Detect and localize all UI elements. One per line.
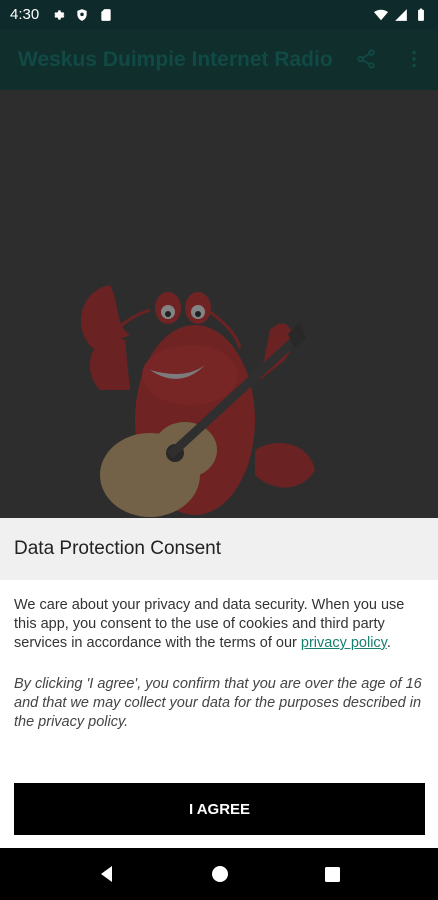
more-options-button[interactable]: [402, 47, 426, 71]
consent-note: By clicking 'I agree', you confirm that …: [14, 676, 422, 730]
lobster-guitar-illustration: [80, 285, 315, 517]
sd-card-icon: [101, 8, 111, 21]
consent-text: We care about your privacy and data secu…: [14, 596, 424, 653]
app-bar: Weskus Duimpie Internet Radio: [0, 29, 438, 90]
privacy-policy-link[interactable]: privacy policy: [301, 635, 387, 651]
signal-icon: [395, 8, 407, 21]
share-button[interactable]: [354, 47, 378, 71]
shield-icon: [77, 8, 87, 21]
settings-gear-icon: [54, 9, 65, 20]
consent-header: Data Protection Consent: [0, 518, 438, 580]
back-icon[interactable]: [97, 864, 117, 884]
recents-icon[interactable]: [324, 866, 341, 883]
main-content: [0, 90, 438, 518]
navigation-bar: [0, 848, 438, 900]
app-title: Weskus Duimpie Internet Radio: [18, 47, 333, 71]
share-icon: [357, 49, 375, 69]
status-time: 4:30: [10, 6, 40, 23]
home-icon[interactable]: [211, 865, 229, 883]
consent-dialog: Data Protection Consent We care about yo…: [0, 518, 438, 848]
consent-text-suffix: .: [386, 635, 391, 651]
agree-button[interactable]: I AGREE: [14, 783, 425, 835]
consent-body: We care about your privacy and data secu…: [0, 580, 438, 732]
wifi-icon: [374, 9, 388, 20]
status-bar: 4:30: [0, 0, 438, 29]
battery-icon: [418, 8, 424, 21]
more-vert-icon: [412, 50, 416, 68]
consent-title: Data Protection Consent: [14, 538, 222, 559]
